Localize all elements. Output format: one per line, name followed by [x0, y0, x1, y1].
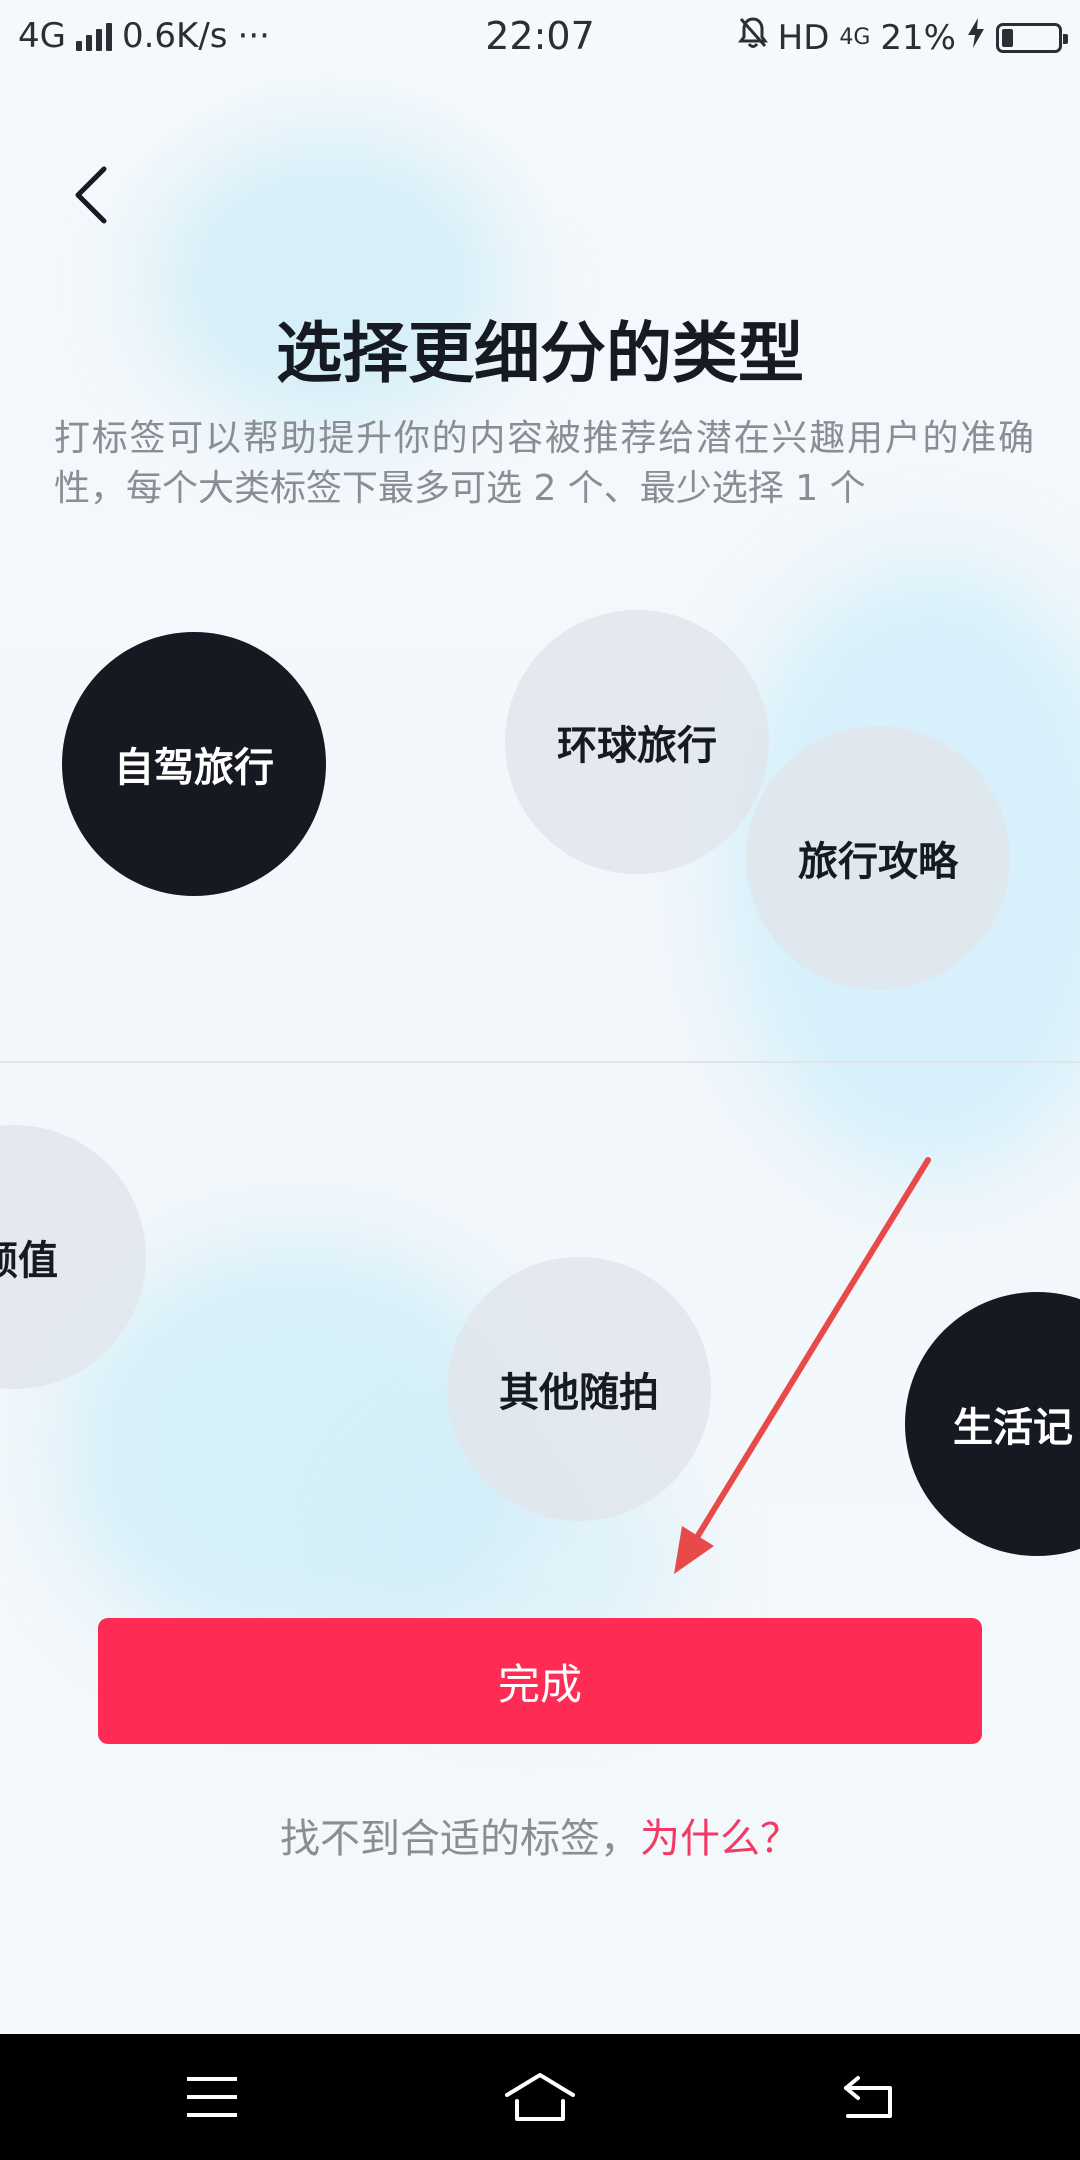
hd-label: HD [777, 17, 830, 58]
status-bar: 4G 0.6K/s ··· 22:07 HD 4G 21% [0, 0, 1080, 76]
chevron-left-icon [75, 166, 107, 224]
tag-label: 旅行攻略 [798, 839, 958, 885]
home-button[interactable] [490, 2054, 590, 2140]
network-type-right: 4G [839, 25, 871, 50]
done-button[interactable]: 完成 [98, 1618, 982, 1744]
return-icon [844, 2076, 892, 2118]
tag-label: 生活记 [953, 1405, 1073, 1451]
battery-percent: 21% [880, 17, 956, 58]
back-nav-button[interactable] [818, 2054, 918, 2140]
page-subtitle: 打标签可以帮助提升你的内容被推荐给潜在兴趣用户的准确性，每个大类标签下最多可选 … [54, 418, 1034, 509]
tag-bubble-global-travel[interactable]: 环球旅行 [505, 610, 769, 874]
tag-label: 颜值 [0, 1238, 58, 1284]
tag-label: 环球旅行 [557, 723, 717, 769]
arrow-head [674, 1526, 714, 1574]
status-right: HD 4G 21% [737, 16, 1068, 59]
tag-label: 其他随拍 [499, 1370, 659, 1416]
tag-bubble-other-snapshots[interactable]: 其他随拍 [447, 1257, 711, 1521]
tag-bubble-travel-guide[interactable]: 旅行攻略 [746, 726, 1010, 990]
menu-button[interactable] [162, 2054, 262, 2140]
tag-bubble-life-record[interactable]: 生活记 [905, 1292, 1080, 1556]
menu-icon [187, 2077, 237, 2117]
why-link[interactable]: 为什么？ [640, 1816, 800, 1862]
help-text: 找不到合适的标签， [280, 1816, 640, 1862]
tag-bubble-looks[interactable]: 颜值 [0, 1125, 146, 1389]
battery-fill [1002, 28, 1014, 47]
charging-icon [966, 17, 986, 58]
home-icon [505, 2073, 575, 2121]
navigation-bar [0, 2034, 1080, 2160]
page-title: 选择更细分的类型 [276, 315, 804, 392]
screen: 4G 0.6K/s ··· 22:07 HD 4G 21% 选择更细分的类型 打… [0, 0, 1080, 2160]
divider [0, 1061, 1080, 1063]
help-line: 找不到合适的标签，为什么？ [0, 1806, 1080, 1864]
arrow-shaft [685, 1157, 931, 1555]
tag-bubble-self-drive-travel[interactable]: 自驾旅行 [62, 632, 326, 896]
back-button[interactable] [50, 150, 130, 240]
bell-muted-icon [737, 16, 768, 59]
tag-label: 自驾旅行 [114, 745, 274, 791]
battery-icon [996, 22, 1068, 53]
